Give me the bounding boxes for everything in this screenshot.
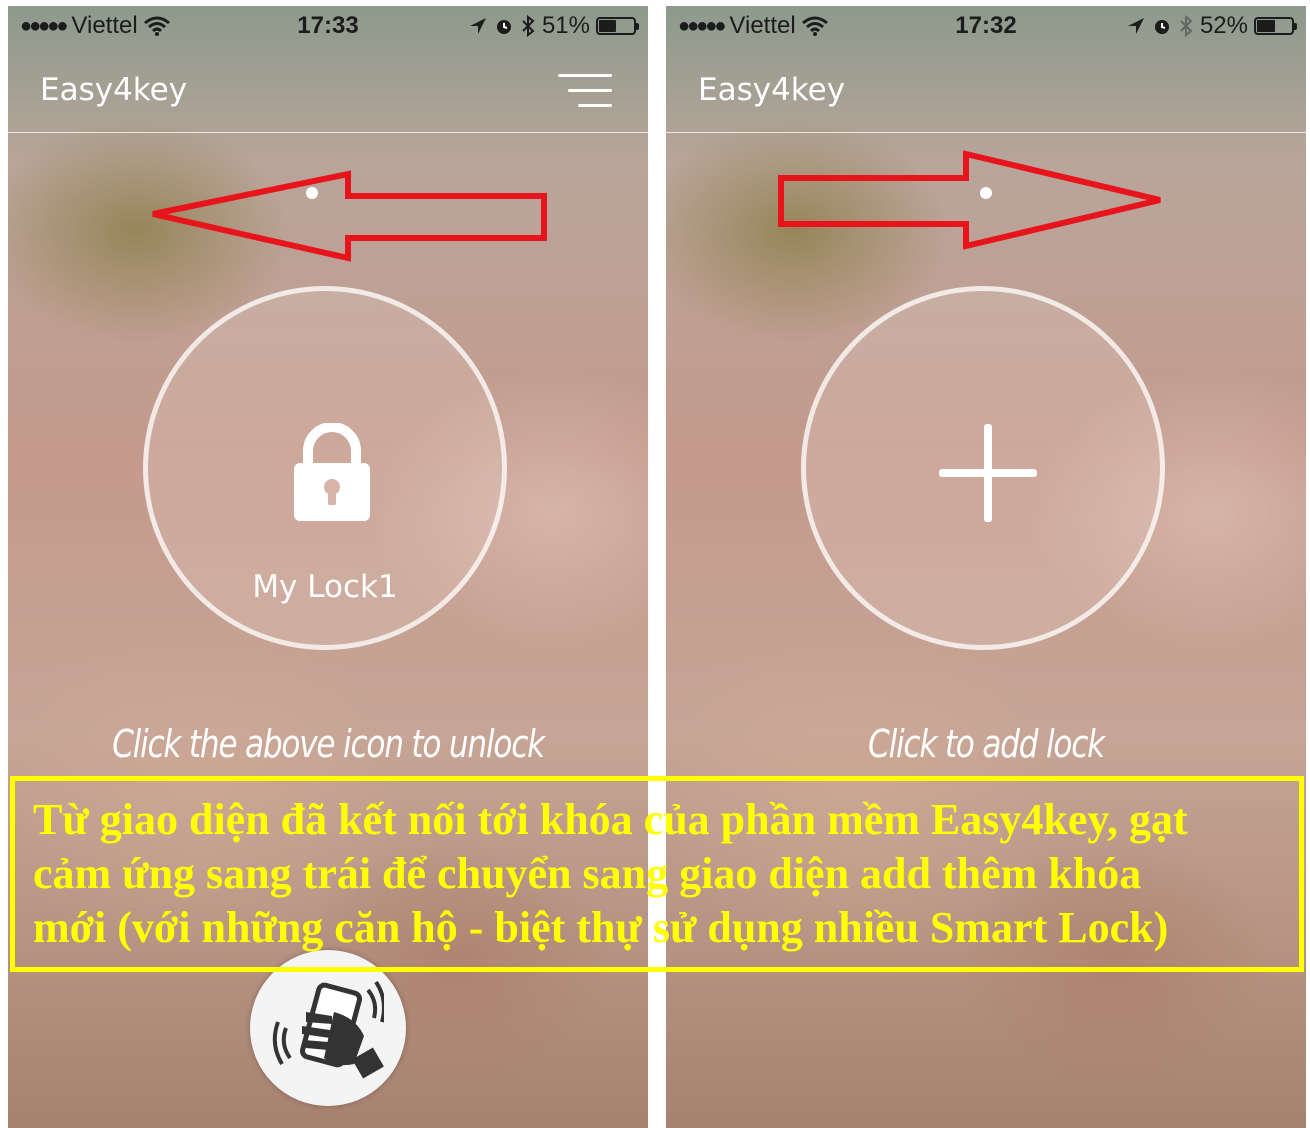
unlock-lock-button[interactable]: My Lock1: [143, 286, 507, 650]
battery-percent: 52%: [1199, 12, 1248, 39]
nfc-unlock-button[interactable]: [250, 950, 406, 1106]
battery-percent: 51%: [541, 12, 590, 39]
status-bar: ●●●●● Viettel 17:32 52%: [666, 6, 1306, 46]
nfc-phone-hand-icon: [272, 980, 384, 1079]
app-title: Easy4key: [698, 72, 846, 108]
app-title: Easy4key: [40, 72, 188, 108]
location-arrow-icon: [469, 18, 486, 34]
bluetooth-icon: [522, 15, 535, 37]
lock-name-label: My Lock1: [252, 569, 398, 605]
add-lock-button[interactable]: [801, 286, 1165, 650]
nav-bar: Easy4key: [8, 52, 648, 133]
nav-bar: Easy4key: [666, 52, 1306, 133]
caption-box: Từ giao diện đã kết nối tới khóa của phầ…: [10, 776, 1304, 972]
add-lock-hint-text: Click to add lock: [868, 722, 1105, 766]
padlock-icon: [294, 423, 370, 521]
hamburger-menu-icon[interactable]: [558, 74, 612, 112]
page-indicator-dot: [306, 187, 318, 199]
swipe-left-arrow-icon: [152, 170, 547, 262]
swipe-right-arrow-icon: [778, 150, 1161, 250]
status-bar: ●●●●● Viettel 17:33 51%: [8, 6, 648, 46]
caption-line: Từ giao diện đã kết nối tới khóa của phầ…: [33, 795, 1188, 844]
location-arrow-icon: [1127, 18, 1144, 34]
alarm-icon: [1154, 20, 1169, 34]
unlock-hint-text: Click the above icon to unlock: [112, 722, 545, 766]
caption-line: mới (với những căn hộ - biệt thự sử dụng…: [33, 903, 1169, 952]
battery-icon: [596, 17, 639, 35]
caption-line: cảm ứng sang trái để chuyển sang giao di…: [33, 849, 1142, 898]
caption-text: Từ giao diện đã kết nối tới khóa của phầ…: [33, 793, 1285, 955]
battery-icon: [1254, 17, 1297, 35]
page-indicator-dot: [980, 187, 992, 199]
plus-icon: [939, 424, 1037, 522]
alarm-icon: [496, 20, 511, 34]
bluetooth-icon: [1180, 15, 1193, 37]
